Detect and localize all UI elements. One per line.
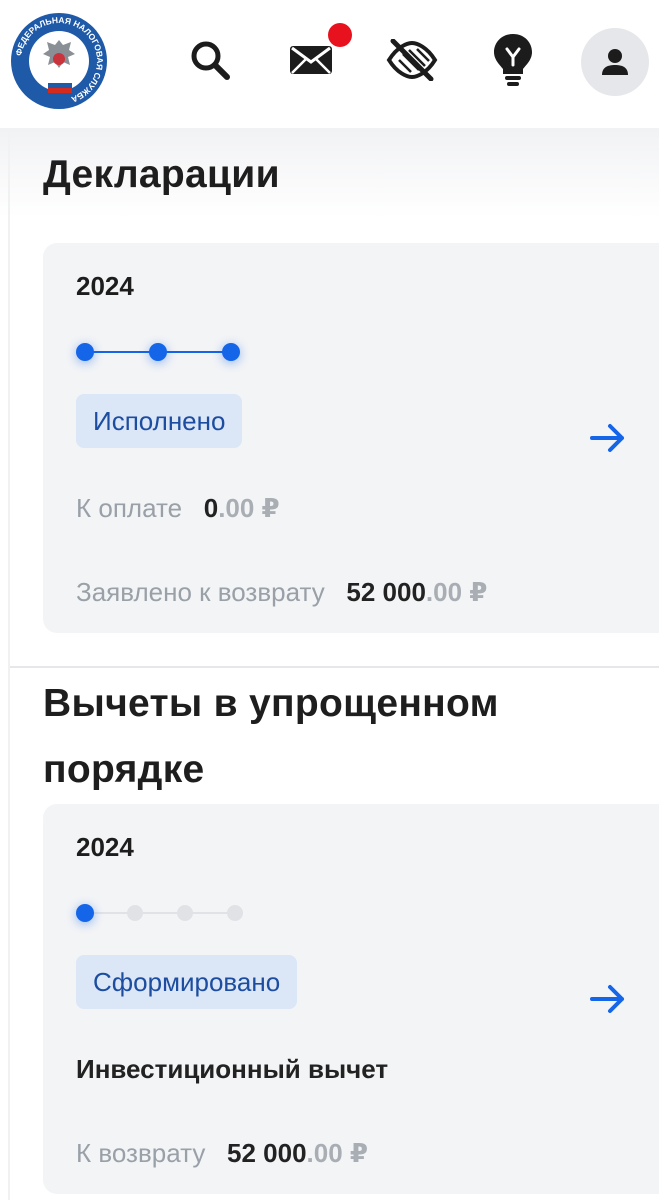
to-pay-amount: 0.00 ₽ bbox=[203, 493, 280, 523]
status-badge: Исполнено bbox=[76, 394, 243, 448]
refund-row: К возврату 52 000.00 ₽ bbox=[76, 1138, 368, 1169]
deduction-card[interactable]: 2024 Сформировано Инвестиционный вычет К… bbox=[43, 804, 659, 1194]
section-title-deductions: Вычеты в упрощенном порядке bbox=[43, 682, 499, 791]
hide-eye-icon[interactable] bbox=[382, 30, 442, 90]
lightbulb-icon[interactable] bbox=[483, 30, 543, 90]
card-year: 2024 bbox=[76, 271, 134, 301]
status-badge: Сформировано bbox=[76, 955, 298, 1009]
fns-logo[interactable]: ФЕДЕРАЛЬНАЯ НАЛОГОВАЯ СЛУЖБА bbox=[10, 12, 108, 110]
to-pay-row: К оплате 0.00 ₽ bbox=[76, 493, 280, 524]
progress-step bbox=[76, 904, 94, 922]
progress-step bbox=[177, 905, 193, 921]
search-icon[interactable] bbox=[180, 30, 240, 90]
section-divider bbox=[10, 666, 659, 668]
card-year: 2024 bbox=[76, 832, 134, 862]
section-title-declarations: Декларации bbox=[43, 153, 280, 196]
notification-badge bbox=[328, 23, 352, 47]
refund-claimed-amount: 52 000.00 ₽ bbox=[346, 577, 488, 607]
to-pay-label: К оплате bbox=[76, 493, 183, 523]
progress-step bbox=[127, 905, 143, 921]
progress-line bbox=[85, 912, 235, 914]
progress-stepper bbox=[76, 904, 246, 924]
refund-claimed-label: Заявлено к возврату bbox=[76, 577, 325, 607]
user-icon bbox=[602, 49, 628, 75]
refund-label: К возврату bbox=[76, 1138, 206, 1168]
progress-step bbox=[227, 905, 243, 921]
refund-claimed-row: Заявлено к возврату 52 000.00 ₽ bbox=[76, 577, 487, 608]
left-edge-line bbox=[8, 130, 10, 1200]
deduction-type: Инвестиционный вычет bbox=[76, 1054, 389, 1084]
declaration-card[interactable]: 2024 Исполнено К оплате 0.00 ₽ Заявлено … bbox=[43, 243, 659, 633]
arrow-right-icon[interactable] bbox=[588, 979, 628, 1019]
progress-step bbox=[76, 343, 94, 361]
progress-step bbox=[149, 343, 167, 361]
progress-stepper bbox=[76, 343, 246, 363]
profile-button[interactable] bbox=[581, 28, 649, 96]
progress-step bbox=[222, 343, 240, 361]
refund-amount: 52 000.00 ₽ bbox=[227, 1138, 369, 1168]
arrow-right-icon[interactable] bbox=[588, 418, 628, 458]
top-bar: ФЕДЕРАЛЬНАЯ НАЛОГОВАЯ СЛУЖБА bbox=[0, 0, 659, 128]
